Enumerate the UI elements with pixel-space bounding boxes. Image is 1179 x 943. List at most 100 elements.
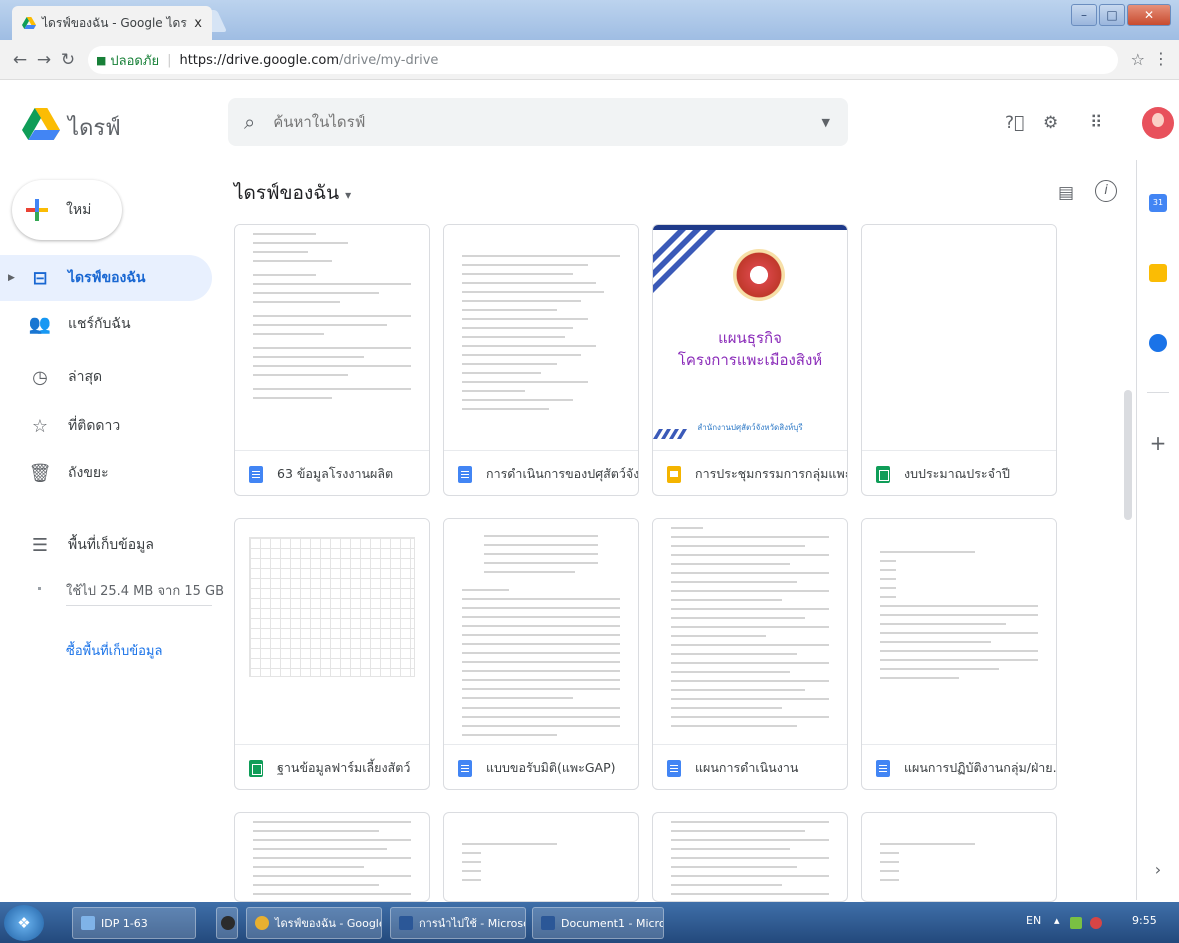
google-docs-icon [458, 465, 472, 483]
info-icon[interactable]: i [1095, 180, 1117, 202]
file-card[interactable]: ฐานข้อมูลฟาร์มเลี้ยงสัตว์ [234, 518, 430, 790]
file-card[interactable]: แผนการปฏิบัติงานกลุ่ม/ฝ่าย... [861, 518, 1057, 790]
file-card[interactable]: แบบขอรับมิติ(แพะGAP) [443, 518, 639, 790]
settings-gear-icon[interactable]: ⚙ [1043, 113, 1058, 133]
maximize-button[interactable]: □ [1099, 4, 1125, 26]
tray-network-icon[interactable] [1070, 917, 1082, 929]
file-name: ฐานข้อมูลฟาร์มเลี้ยงสัตว์ [277, 760, 411, 775]
file-card[interactable]: แผนธุรกิจ โครงการแพะเมืองสิงห์ สำนักงานป… [652, 224, 848, 496]
buy-storage-link[interactable]: ซื้อพื้นที่เก็บข้อมูล [66, 640, 162, 661]
file-thumbnail [862, 519, 1056, 745]
file-name: แบบขอรับมิติ(แพะGAP) [486, 760, 616, 775]
search-options-caret-icon[interactable]: ▼ [822, 116, 830, 129]
browser-tab[interactable]: ไดรฟ์ของฉัน - Google ไดร x [12, 6, 212, 40]
secure-label: ปลอดภัย [110, 53, 160, 69]
file-card[interactable]: การดำเนินการของปศุสัตว์จัง... [443, 224, 639, 496]
file-card[interactable] [861, 812, 1057, 902]
google-docs-icon [249, 465, 263, 483]
file-caption: ฐานข้อมูลฟาร์มเลี้ยงสัตว์ [235, 745, 429, 789]
google-sheets-icon [249, 759, 263, 777]
sidebar-item-trash[interactable]: 🗑 ถังขยะ [0, 450, 212, 496]
close-window-button[interactable]: ✕ [1127, 4, 1171, 26]
taskbar-item[interactable]: Document1 - Micros... [532, 907, 664, 939]
chrome-icon [255, 916, 269, 930]
file-card[interactable]: 63 ข้อมูลโรงงานผลิต [234, 224, 430, 496]
plus-icon [26, 199, 48, 221]
file-caption: 63 ข้อมูลโรงงานผลิต [235, 451, 429, 495]
taskbar-item-label: Document1 - Micros... [561, 916, 663, 930]
file-caption: การประชุมกรรมการกลุ่มแพะ... [653, 451, 847, 495]
sidebar-item-starred[interactable]: ☆ ที่ติดดาว [0, 403, 212, 449]
file-thumbnail [235, 225, 429, 451]
sidebar-item-label: ล่าสุด [68, 369, 103, 385]
help-icon[interactable]: ?⃝ [1005, 113, 1024, 133]
forward-arrow-icon[interactable]: → [32, 50, 56, 70]
search-bar[interactable]: ⌕ ▼ [228, 98, 848, 146]
keep-icon[interactable] [1149, 264, 1167, 282]
clock[interactable]: 9:55 [1132, 914, 1157, 927]
taskbar-item[interactable]: การนำไปใช้ - Microso... [390, 907, 526, 939]
list-view-icon[interactable]: ▤ [1058, 183, 1074, 203]
file-thumbnail [444, 519, 638, 745]
sidebar-item-label: ถังขยะ [68, 465, 109, 481]
breadcrumb[interactable]: ไดรฟ์ของฉัน ▾ [234, 178, 351, 208]
sidebar-item-shared[interactable]: 👥 แชร์กับฉัน [0, 301, 212, 347]
file-card[interactable] [652, 812, 848, 902]
browser-menu-icon[interactable]: ⋮ [1153, 49, 1169, 68]
storage-used-text: ใช้ไป 25.4 MB จาก 15 GB [66, 584, 225, 599]
slide-title-line1: แผนธุรกิจ [718, 329, 782, 347]
search-input[interactable] [273, 113, 774, 131]
file-name: แผนการดำเนินงาน [695, 760, 799, 775]
add-addon-icon[interactable]: + [1149, 433, 1167, 453]
sidebar-item-my-drive[interactable]: ▶ ⊟ ไดรฟ์ของฉัน [0, 255, 212, 301]
minimize-button[interactable]: – [1071, 4, 1097, 26]
calendar-icon[interactable]: 31 [1149, 194, 1167, 212]
chevron-right-icon[interactable]: › [1149, 860, 1167, 879]
start-button-icon[interactable]: ❖ [4, 904, 44, 941]
organization-logo-icon [733, 249, 785, 301]
sidebar-item-recent[interactable]: ◷ ล่าสุด [0, 354, 212, 400]
file-caption: แผนการดำเนินงาน [653, 745, 847, 789]
file-thumbnail [444, 225, 638, 451]
app-title[interactable]: ไดรฟ์ [68, 110, 121, 145]
google-drive-logo-icon[interactable] [22, 108, 60, 140]
url-field[interactable]: ■ ปลอดภัย | https://drive.google.com /dr… [88, 46, 1118, 74]
account-avatar[interactable] [1142, 107, 1174, 139]
scrollbar-thumb[interactable] [1124, 390, 1132, 520]
storage-icon: ☰ [31, 534, 49, 556]
url-path: /drive/my-drive [339, 52, 439, 68]
taskbar-item[interactable]: ไดรฟ์ของฉัน - Google... [246, 907, 382, 939]
back-arrow-icon[interactable]: ← [8, 50, 32, 70]
file-card[interactable]: งบประมาณประจำปี [861, 224, 1057, 496]
search-icon[interactable]: ⌕ [244, 110, 255, 134]
sidebar-item-label: ที่ติดดาว [68, 418, 121, 434]
language-indicator[interactable]: EN [1026, 914, 1041, 927]
drive-favicon-icon [22, 17, 36, 29]
address-bar: ← → ↻ ■ ปลอดภัย | https://drive.google.c… [0, 40, 1179, 80]
tray-arrow-icon[interactable]: ▴ [1054, 914, 1060, 927]
expand-caret-icon[interactable]: ▶ [0, 273, 18, 283]
breadcrumb-dropdown-icon[interactable]: ▾ [345, 188, 351, 202]
folder-icon [81, 916, 95, 930]
taskbar-item[interactable]: IDP 1-63 [72, 907, 196, 939]
file-card[interactable] [443, 812, 639, 902]
side-panel-divider [1147, 392, 1169, 393]
taskbar-pinned-app[interactable] [216, 907, 238, 939]
word-icon [399, 916, 413, 930]
sidebar-item-storage[interactable]: ☰ พื้นที่เก็บข้อมูล [0, 522, 212, 568]
tray-notification-icon[interactable] [1090, 917, 1102, 929]
shared-icon: 👥 [28, 313, 52, 335]
google-slides-icon [667, 465, 681, 483]
storage-bar [66, 605, 212, 606]
file-card[interactable]: แผนการดำเนินงาน [652, 518, 848, 790]
new-button[interactable]: ใหม่ [12, 180, 122, 240]
bookmark-star-icon[interactable]: ☆ [1131, 50, 1145, 69]
tab-close-icon[interactable]: x [194, 16, 202, 31]
apps-grid-icon[interactable]: ⠿ [1090, 113, 1102, 133]
file-card[interactable] [234, 812, 430, 902]
google-sheets-icon [876, 465, 890, 483]
tasks-icon[interactable] [1149, 334, 1167, 352]
my-drive-icon: ⊟ [32, 267, 48, 289]
file-caption: แผนการปฏิบัติงานกลุ่ม/ฝ่าย... [862, 745, 1056, 789]
reload-icon[interactable]: ↻ [56, 50, 80, 70]
